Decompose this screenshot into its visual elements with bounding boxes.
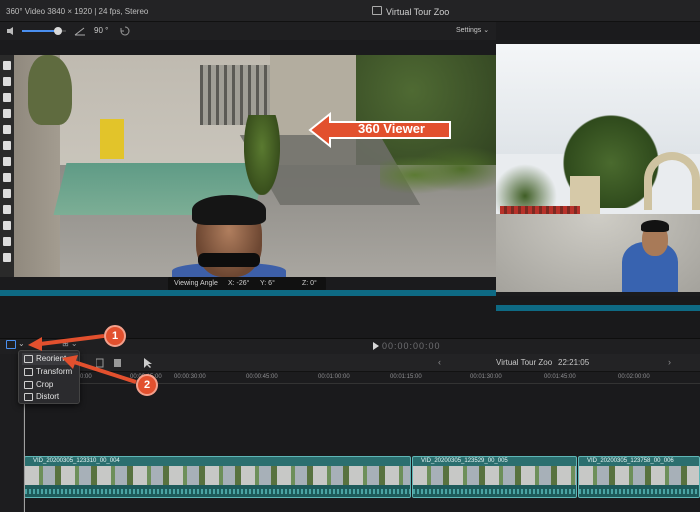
viewer-toolbar: 90 ° Settings ⌄ bbox=[0, 22, 496, 40]
360-panorama-viewer[interactable] bbox=[496, 44, 700, 292]
angle-field[interactable]: 90 ° bbox=[94, 26, 108, 35]
edit-tool-icons[interactable] bbox=[96, 357, 156, 369]
back-arrow-icon[interactable]: ‹ bbox=[438, 357, 441, 367]
speaker-icon[interactable] bbox=[6, 26, 18, 36]
settings-menu[interactable]: Settings ⌄ bbox=[456, 26, 489, 34]
menu-item-transform[interactable]: Transform bbox=[22, 366, 78, 378]
panorama-timeline-bar bbox=[496, 305, 700, 311]
clip-label: VID_20200305_123310_00_004 bbox=[33, 458, 120, 464]
timeline-tools[interactable]: ⊞ ⌄ bbox=[62, 339, 78, 348]
timeline-duration: 22:21:05 bbox=[558, 358, 590, 367]
project-icon bbox=[372, 6, 382, 15]
person-hair bbox=[192, 195, 266, 225]
ruler-tick: 00:01:15:00 bbox=[390, 374, 422, 380]
volume-slider-knob[interactable] bbox=[54, 27, 62, 35]
yellow-object bbox=[100, 119, 124, 159]
angle-x: X: -26° bbox=[228, 280, 250, 287]
project-name: Virtual Tour Zoo bbox=[386, 7, 450, 17]
timeline-title: Virtual Tour Zoo bbox=[496, 358, 553, 367]
reset-icon[interactable] bbox=[120, 26, 130, 36]
reorient-icon bbox=[24, 355, 33, 363]
crop-icon bbox=[24, 381, 33, 389]
timeline-clip[interactable]: VID_20200305_123529_00_005 bbox=[412, 456, 577, 498]
clip-label: VID_20200305_123758_00_006 bbox=[587, 458, 674, 464]
angle-z: Z: 0° bbox=[302, 280, 317, 287]
clip-audio-waveform bbox=[413, 485, 576, 497]
timeline-clip[interactable]: VID_20200305_123310_00_004 bbox=[24, 456, 411, 498]
tree bbox=[28, 55, 72, 125]
menu-item-label: Crop bbox=[36, 380, 54, 389]
clip-thumbnails bbox=[25, 466, 410, 485]
person-sunglasses bbox=[198, 253, 260, 267]
forward-arrow-icon[interactable]: › bbox=[668, 357, 671, 367]
angle-icon bbox=[74, 27, 85, 36]
annotation-badge-2: 2 bbox=[136, 374, 158, 396]
arch bbox=[644, 152, 700, 210]
menu-item-label: Distort bbox=[36, 392, 60, 401]
ruler-tick: 00:01:00:00 bbox=[318, 374, 350, 380]
chevron-down-icon[interactable]: ⌄ bbox=[18, 339, 25, 348]
ruler-tick: 00:00:45:00 bbox=[246, 374, 278, 380]
callout-label: 360 Viewer bbox=[358, 121, 425, 136]
angle-y: Y: 6° bbox=[260, 280, 275, 287]
timecode-display[interactable]: 00:00:00:00 bbox=[382, 341, 441, 351]
timeline-ruler[interactable]: 00:00:00:00 00:00:15:00 00:00:30:00 00:0… bbox=[24, 372, 700, 384]
annotation-badge-1: 1 bbox=[104, 325, 126, 347]
viewer-timeline-bar bbox=[0, 290, 496, 296]
clip-audio-waveform bbox=[579, 485, 699, 497]
menu-item-label: Reorient bbox=[36, 354, 67, 363]
film-strip bbox=[0, 55, 14, 277]
volume-slider-fill bbox=[22, 30, 56, 32]
format-info: 360° Video 3840 × 1920 | 24 fps, Stereo bbox=[6, 7, 149, 16]
clip-label: VID_20200305_123529_00_005 bbox=[421, 458, 508, 464]
potted-plants bbox=[380, 145, 496, 205]
clip-thumbnails bbox=[579, 466, 699, 485]
transform-icon bbox=[24, 368, 33, 376]
menu-item-distort[interactable]: Distort bbox=[22, 391, 78, 403]
transform-menu-button[interactable] bbox=[6, 340, 16, 349]
clip-thumbnails bbox=[413, 466, 576, 485]
viewing-angle-readout: Viewing Angle X: -26° Y: 6° Z: 0° bbox=[168, 277, 326, 291]
play-icon[interactable] bbox=[373, 342, 379, 350]
distort-icon bbox=[24, 393, 33, 401]
main-viewer[interactable] bbox=[0, 55, 496, 277]
menu-item-crop[interactable]: Crop bbox=[22, 379, 78, 391]
ruler-tick: 00:02:00:00 bbox=[618, 374, 650, 380]
ruler-tick: 00:01:45:00 bbox=[544, 374, 576, 380]
clip-audio-waveform bbox=[25, 485, 410, 497]
ruler-tick: 00:00:30:00 bbox=[174, 374, 206, 380]
menu-item-label: Transform bbox=[36, 367, 73, 376]
ruler-tick: 00:01:30:00 bbox=[470, 374, 502, 380]
person-hair bbox=[641, 220, 669, 232]
top-info-bar: 360° Video 3840 × 1920 | 24 fps, Stereo … bbox=[0, 0, 700, 22]
timeline-clip[interactable]: VID_20200305_123758_00_006 bbox=[578, 456, 700, 498]
potted-plant bbox=[244, 115, 280, 195]
menu-item-reorient[interactable]: Reorient bbox=[22, 353, 78, 365]
transform-dropdown-menu: Reorient Transform Crop Distort bbox=[18, 350, 80, 404]
viewing-angle-label: Viewing Angle bbox=[174, 280, 218, 287]
